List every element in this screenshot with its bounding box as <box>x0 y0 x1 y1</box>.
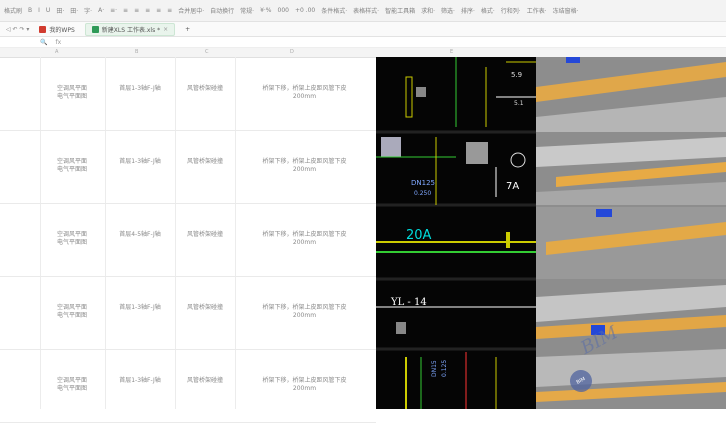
table-row: 空调风平面 电气平面图 首层1-3轴F-J轴 风管桥架碰撞 桥架下移，桥架上皮距风管下… <box>0 130 376 204</box>
table-cell[interactable]: 空调风平面 电气平面图 <box>42 304 102 320</box>
toolbar-button[interactable]: U <box>46 7 50 14</box>
toolbar-button[interactable]: A· <box>98 7 104 14</box>
tab-my-wps[interactable]: 我的WPS <box>39 25 75 34</box>
toolbar-button[interactable]: 田· <box>56 6 64 15</box>
column-header[interactable]: E <box>450 49 453 55</box>
wps-icon <box>39 25 47 33</box>
table-cell[interactable]: 桥架下移，桥架上皮距风管下皮 200mm <box>237 231 372 247</box>
cad-grey-box <box>416 87 426 97</box>
cad-label-0250: 0.250 <box>414 190 431 197</box>
toolbar-button[interactable]: 排序· <box>461 6 475 15</box>
zoom-icon[interactable]: 🔍 <box>40 39 47 46</box>
sheet-grid: 空调风平面 电气平面图 首层1-3轴F-J轴 风管桥架碰撞 桥架下移，桥架上皮距风管下… <box>0 57 376 423</box>
toolbar-button[interactable]: 常规· <box>240 6 254 15</box>
toolbar-button[interactable]: 工作表· <box>527 6 547 15</box>
cad-label-5-9: 5.9 <box>511 71 522 79</box>
toolbar-button[interactable]: 求和· <box>421 6 435 15</box>
formula-bar: 🔍 fx <box>0 37 726 48</box>
document-tab-bar: ◁ ↶ ↷ ▾ 我的WPS 新建XLS 工作表.xls * × + <box>0 22 726 37</box>
table-cell[interactable]: 空调风平面 电气平面图 <box>42 85 102 101</box>
cad-label-yl14: YL - 14 <box>390 297 427 308</box>
table-cell[interactable]: 首层1-3轴F-J轴 <box>107 158 173 166</box>
table-row: 空调风平面 电气平面图 首层4-5轴F-J轴 风管桥架碰撞 桥架下移，桥架上皮距风管下… <box>0 203 376 277</box>
table-cell[interactable]: 首层4-5轴F-J轴 <box>107 231 173 239</box>
toolbar-button[interactable]: 筛选· <box>441 6 455 15</box>
tab-my-wps-label: 我的WPS <box>49 26 75 34</box>
toolbar-button[interactable]: ≡ <box>145 7 150 14</box>
column-header[interactable]: D <box>290 49 294 55</box>
toolbar-button[interactable]: 000 <box>278 7 289 14</box>
table-cell[interactable]: 桥架下移，桥架上皮距风管下皮 200mm <box>237 304 372 320</box>
cad-label-5-1: 5.1 <box>514 100 524 107</box>
toolbar-button[interactable]: 冻结窗格· <box>553 6 579 15</box>
table-cell[interactable]: 风管桥架碰撞 <box>177 231 233 239</box>
table-cell[interactable]: 空调风平面 电气平面图 <box>42 231 102 247</box>
table-row: 空调风平面 电气平面图 首层1-3轴F-J轴 风管桥架碰撞 桥架下移，桥架上皮距风管下… <box>0 349 376 423</box>
cad-equipment <box>381 137 401 157</box>
toolbar-button[interactable]: ≡· <box>110 7 117 14</box>
table-cell[interactable]: 首层1-3轴F-J轴 <box>107 377 173 385</box>
table-cell[interactable]: 风管桥架碰撞 <box>177 85 233 93</box>
toolbar-button[interactable]: B <box>28 7 32 14</box>
table-cell[interactable]: 桥架下移，桥架上皮距风管下皮 200mm <box>237 158 372 174</box>
render-blue-block <box>596 209 612 217</box>
table-row: 空调风平面 电气平面图 首层1-3轴F-J轴 风管桥架碰撞 桥架下移，桥架上皮距风管下… <box>0 276 376 350</box>
cad-label-0125: 0.125 <box>441 360 448 377</box>
close-tab-icon[interactable]: × <box>163 26 168 33</box>
toolbar-button[interactable]: ¥·% <box>260 7 271 14</box>
table-cell[interactable]: 风管桥架碰撞 <box>177 377 233 385</box>
cad-yellow-rect <box>506 232 510 248</box>
table-cell[interactable]: 空调风平面 电气平面图 <box>42 158 102 174</box>
spreadsheet-icon <box>91 25 99 33</box>
cad-label-20a: 20A <box>406 228 432 243</box>
render-blue-block <box>566 57 580 63</box>
toolbar-button[interactable]: +0 .00 <box>295 7 315 14</box>
table-cell[interactable]: 风管桥架碰撞 <box>177 304 233 312</box>
ribbon-toolbar: 格式刷 B I U 田· 田· 字· A· ≡· ≡ ≡ ≡ ≡ ≡ 合并居中· 自动换行 常规· ¥·% 000 +… <box>0 0 726 22</box>
cad-label-7a: 7A <box>506 181 519 192</box>
bim-render-image <box>536 57 726 409</box>
table-cell[interactable]: 首层1-3轴F-J轴 <box>107 85 173 93</box>
toolbar-button[interactable]: ≡ <box>156 7 161 14</box>
toolbar-button[interactable]: 表格样式· <box>353 6 379 15</box>
table-row: 空调风平面 电气平面图 首层1-3轴F-J轴 风管桥架碰撞 桥架下移，桥架上皮距风管下… <box>0 57 376 131</box>
column-header[interactable]: B <box>135 49 138 55</box>
table-cell[interactable]: 桥架下移，桥架上皮距风管下皮 200mm <box>237 377 372 393</box>
cad-drawing-image: 5.9 5.1 DN125 0.250 7A 20A YL - 14 DN15 … <box>376 57 536 409</box>
cad-label-dn125: DN125 <box>411 179 435 187</box>
toolbar-button[interactable]: 格式刷 <box>4 6 22 15</box>
tab-spreadsheet[interactable]: 新建XLS 工作表.xls * × <box>84 22 176 36</box>
toolbar-button[interactable]: ≡ <box>123 7 128 14</box>
toolbar-button[interactable]: 格式· <box>481 6 495 15</box>
cad-label-dn15: DN15 <box>431 360 438 377</box>
toolbar-button[interactable]: ≡ <box>167 7 172 14</box>
toolbar-button[interactable]: 条件格式· <box>321 6 347 15</box>
toolbar-button[interactable]: 智能工具箱 <box>385 6 415 15</box>
table-cell[interactable]: 桥架下移，桥架上皮距风管下皮 200mm <box>237 85 372 101</box>
toolbar-button[interactable]: 行和列· <box>501 6 521 15</box>
undo-redo-group[interactable]: ◁ ↶ ↷ ▾ <box>6 26 29 33</box>
table-cell[interactable]: 风管桥架碰撞 <box>177 158 233 166</box>
tab-spreadsheet-label: 新建XLS 工作表.xls * <box>101 26 161 34</box>
cad-grey-box <box>396 322 406 334</box>
cad-grey-box <box>466 142 488 164</box>
toolbar-button[interactable]: 自动换行 <box>210 6 234 15</box>
toolbar-button[interactable]: 合并居中· <box>178 6 204 15</box>
toolbar-button[interactable]: 字· <box>84 6 92 15</box>
column-header[interactable]: C <box>205 49 209 55</box>
table-cell[interactable]: 空调风平面 电气平面图 <box>42 377 102 393</box>
toolbar-button[interactable]: I <box>38 7 40 14</box>
fx-icon[interactable]: fx <box>55 39 61 46</box>
column-header[interactable]: A <box>55 49 58 55</box>
table-cell[interactable]: 首层1-3轴F-J轴 <box>107 304 173 312</box>
toolbar-button[interactable]: ≡ <box>134 7 139 14</box>
new-tab-button[interactable]: + <box>185 26 190 33</box>
formula-input[interactable] <box>69 38 669 46</box>
toolbar-button[interactable]: 田· <box>70 6 78 15</box>
